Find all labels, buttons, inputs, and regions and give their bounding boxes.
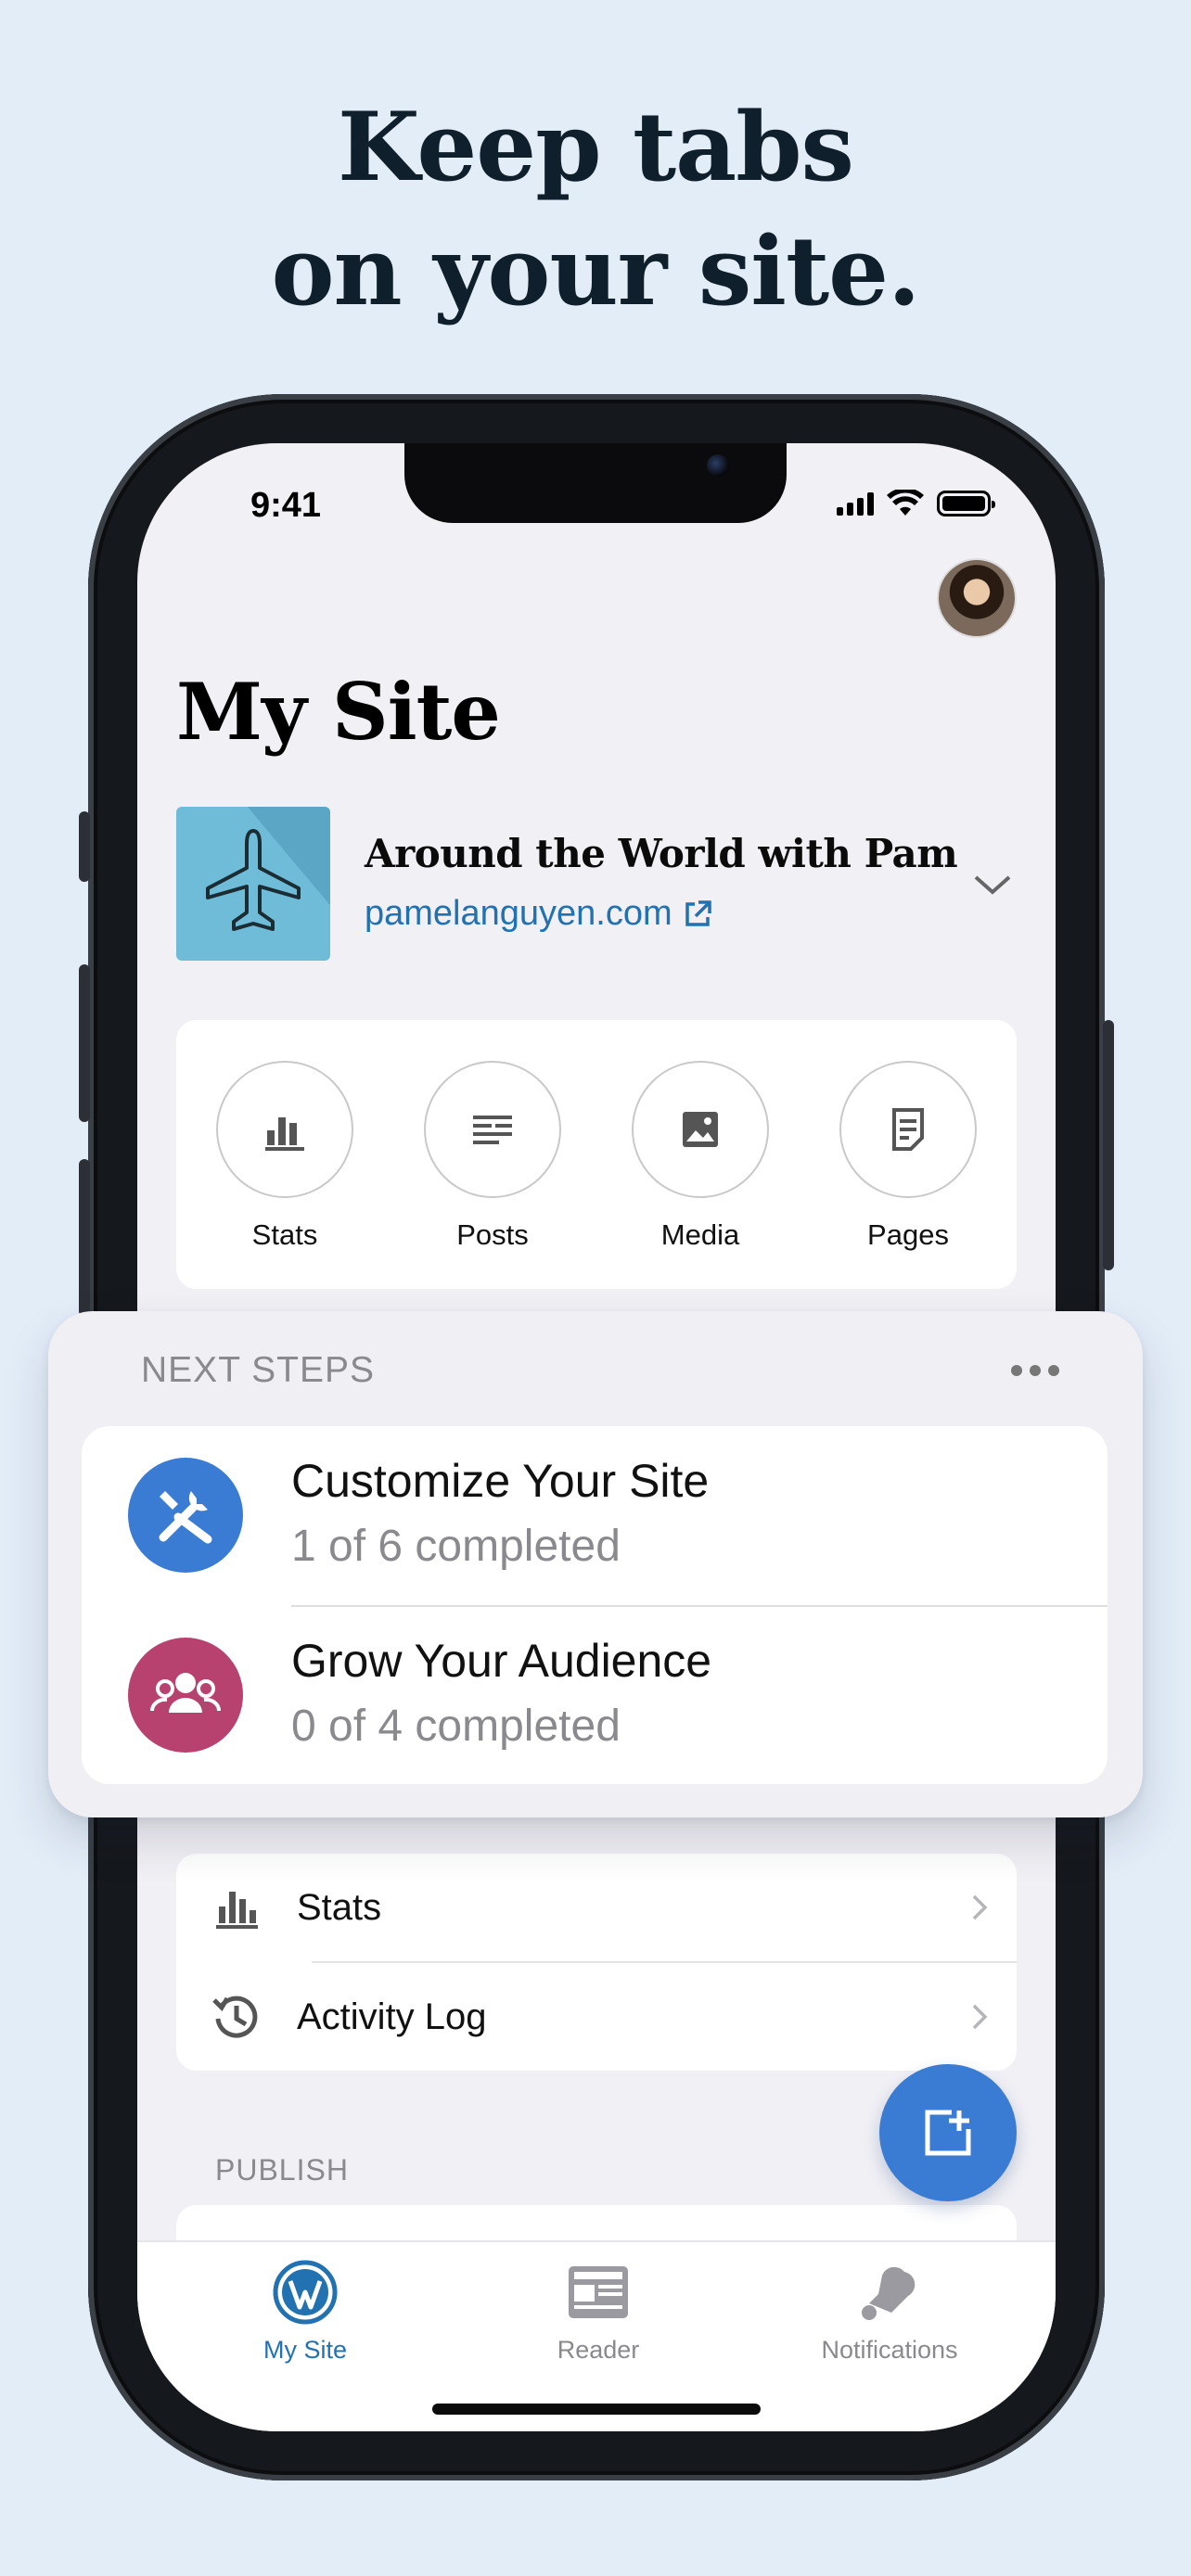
phone-volume-down (79, 1159, 90, 1317)
create-post-button[interactable] (879, 2064, 1017, 2201)
more-options-icon[interactable] (1011, 1365, 1059, 1376)
headline: Keep tabs on your site. (0, 85, 1191, 334)
tools-icon (128, 1458, 243, 1573)
wifi-icon (887, 490, 924, 516)
tab-notifications[interactable]: Notifications (774, 2259, 1005, 2365)
site-url-text: pamelanguyen.com (365, 894, 672, 933)
menu-item-label: Activity Log (297, 1996, 487, 2037)
reader-icon (569, 2266, 628, 2318)
battery-icon (937, 491, 995, 516)
bell-icon (862, 2266, 916, 2320)
avatar[interactable] (937, 558, 1017, 638)
headline-line-2: on your site. (271, 216, 920, 327)
next-steps-list: Customize Your Site 1 of 6 completed Gro… (82, 1426, 1108, 1784)
home-indicator (432, 2404, 761, 2415)
bar-chart-icon (216, 1892, 258, 1929)
next-step-customize-site[interactable]: Customize Your Site 1 of 6 completed (82, 1426, 1108, 1607)
next-step-progress: 0 of 4 completed (291, 1702, 621, 1751)
wordpress-icon (273, 2260, 338, 2325)
image-icon (683, 1112, 718, 1147)
next-step-title: Grow Your Audience (291, 1635, 712, 1687)
tab-reader[interactable]: Reader (482, 2259, 714, 2365)
posts-icon (473, 1116, 512, 1144)
page-title: My Site (176, 666, 501, 758)
site-icon[interactable] (176, 807, 330, 961)
tab-my-site[interactable]: My Site (189, 2259, 421, 2365)
quick-action-pages[interactable]: Pages (839, 1061, 978, 1252)
menu-item-stats[interactable]: Stats (176, 1854, 1017, 1961)
tab-label: Reader (557, 2336, 640, 2364)
site-switcher-chevron-down-icon[interactable] (972, 864, 1013, 905)
next-steps-card: NEXT STEPS Customize Your Site 1 of 6 co… (48, 1311, 1143, 1817)
phone-power-button (1103, 1020, 1114, 1270)
chevron-right-icon (972, 1894, 988, 1920)
quick-action-label: Pages (867, 1218, 949, 1251)
tab-label: Notifications (821, 2336, 958, 2364)
bar-chart-icon (265, 1117, 304, 1151)
airplane-icon (206, 829, 301, 931)
camera-icon (707, 454, 729, 477)
quick-action-label: Posts (456, 1218, 529, 1251)
status-icons (837, 490, 995, 517)
menu-item-label: Stats (297, 1886, 382, 1928)
section-header-publish: PUBLISH (215, 2153, 349, 2187)
new-post-icon (925, 2110, 971, 2156)
phone-volume-up (79, 964, 90, 1122)
menu-item-activity-log[interactable]: Activity Log (176, 1963, 1017, 2071)
quick-action-media[interactable]: Media (631, 1061, 770, 1252)
next-step-grow-audience[interactable]: Grow Your Audience 0 of 4 completed (82, 1606, 1108, 1786)
quick-action-label: Media (660, 1218, 740, 1251)
next-steps-title: NEXT STEPS (141, 1350, 376, 1390)
site-menu-card: Stats Activity Log (176, 1854, 1017, 2071)
next-step-title: Customize Your Site (291, 1455, 710, 1507)
phone-mute-switch (79, 811, 90, 882)
chevron-right-icon (972, 2004, 988, 2030)
tab-label: My Site (263, 2336, 348, 2364)
headline-line-1: Keep tabs (338, 92, 854, 203)
notch (404, 443, 787, 523)
people-icon (128, 1638, 243, 1753)
status-time: 9:41 (250, 486, 322, 525)
next-step-progress: 1 of 6 completed (291, 1522, 621, 1571)
site-url-link[interactable]: pamelanguyen.com (365, 894, 713, 934)
quick-actions-card: Stats Posts Media Pages (176, 1020, 1017, 1289)
cellular-signal-icon (837, 491, 874, 516)
external-link-icon (685, 899, 711, 926)
history-icon (212, 1996, 258, 2038)
site-name: Around the World with Pam (365, 831, 958, 876)
quick-action-label: Stats (251, 1218, 318, 1251)
quick-action-posts[interactable]: Posts (423, 1061, 562, 1252)
quick-action-stats[interactable]: Stats (215, 1061, 354, 1252)
page-icon (892, 1108, 924, 1151)
